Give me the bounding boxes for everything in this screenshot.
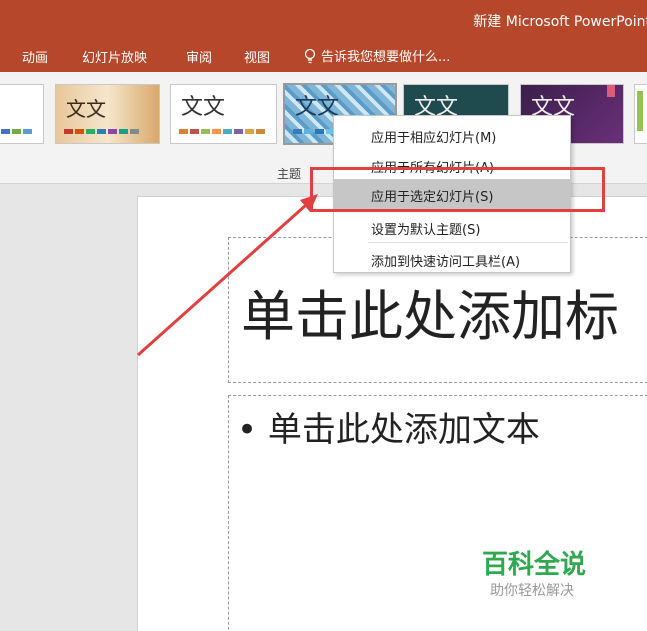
highlight-box	[310, 167, 605, 212]
menu-separator	[368, 242, 568, 243]
body-placeholder[interactable]: • 单击此处添加文本	[228, 395, 647, 631]
tab-review[interactable]: 审阅	[186, 47, 212, 66]
theme-thumb-7[interactable]	[634, 84, 647, 144]
themes-group-label: 主题	[277, 167, 302, 181]
title-bar: 新建 Microsoft PowerPoint	[0, 0, 647, 40]
tab-slideshow[interactable]: 幻灯片放映	[82, 47, 147, 66]
theme-thumb-1[interactable]	[0, 84, 44, 144]
ribbon-tabs: 动画 幻灯片放映 审阅 视图 告诉我您想要做什么...	[0, 40, 647, 72]
title-placeholder-text: 单击此处添加标	[241, 285, 619, 348]
menu-item-set-default[interactable]: 设置为默认主题(S)	[334, 212, 570, 242]
watermark-subtitle: 助你轻松解决	[490, 583, 574, 599]
menu-item-add-qat[interactable]: 添加到快速访问工具栏(A)	[334, 244, 570, 274]
lightbulb-icon	[304, 48, 316, 63]
powerpoint-window: 新建 Microsoft PowerPoint 动画 幻灯片放映 审阅 视图 告…	[0, 0, 647, 631]
theme-thumb-2[interactable]: 文文	[55, 84, 160, 144]
theme-thumb-3[interactable]: 文文	[170, 84, 277, 144]
watermark-title: 百科全说	[482, 550, 587, 580]
tab-animations[interactable]: 动画	[22, 47, 48, 66]
tell-me-label: 告诉我您想要做什么...	[321, 50, 451, 65]
tell-me-box[interactable]: 告诉我您想要做什么...	[303, 46, 450, 65]
window-title: 新建 Microsoft PowerPoint	[473, 14, 647, 30]
menu-item-apply-matching[interactable]: 应用于相应幻灯片(M)	[334, 120, 570, 150]
body-placeholder-text: • 单击此处添加文本	[237, 410, 540, 450]
tab-view[interactable]: 视图	[244, 47, 270, 66]
